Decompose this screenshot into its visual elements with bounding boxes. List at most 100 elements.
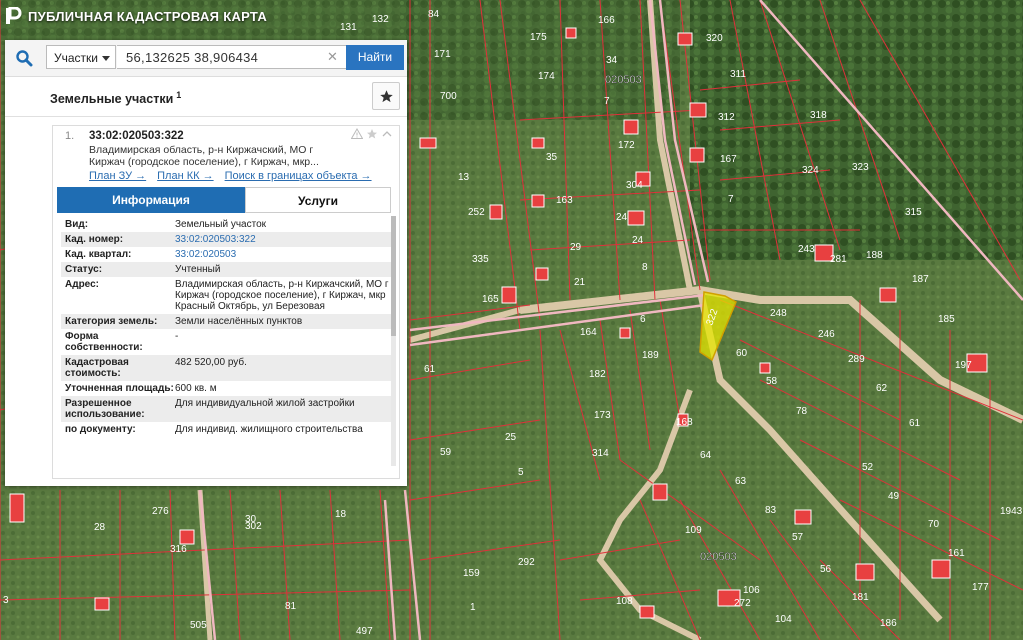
star-icon[interactable] — [366, 128, 378, 140]
parcel-label: 57 — [792, 532, 804, 543]
parcel-label: 243 — [798, 244, 815, 255]
results-count: 1 — [176, 90, 182, 100]
parcel-label: 292 — [518, 557, 535, 568]
search-icon[interactable] — [8, 44, 40, 72]
search-input[interactable] — [117, 45, 347, 69]
search-in-bounds-link[interactable]: Поиск в границах объекта → — [225, 170, 372, 182]
parcel-label: 302 — [245, 521, 262, 532]
parcel-label: 3 — [3, 595, 9, 606]
results-title-text: Земельные участки — [50, 92, 174, 107]
parcel-label: 58 — [766, 376, 778, 387]
parcel-label: 174 — [538, 71, 555, 82]
parcel-label: 320 — [706, 33, 723, 44]
parcel-label: 289 — [848, 354, 865, 365]
info-row: Кад. квартал: 33:02:020503 — [61, 247, 391, 262]
parcel-label: 7 — [604, 96, 610, 107]
parcel-label: 34 — [606, 55, 618, 66]
info-row-value: Земли населённых пунктов — [175, 316, 303, 327]
parcel-label: 248 — [770, 308, 787, 319]
parcel-label: 188 — [866, 250, 883, 261]
parcel-label: 168 — [676, 417, 693, 428]
info-row-value: 600 кв. м — [175, 383, 217, 394]
info-row-value: - — [175, 331, 179, 342]
info-row-key: Уточненная площадь: — [65, 383, 174, 394]
parcel-label: 182 — [589, 369, 606, 380]
result-card[interactable]: 1. 33:02:020503:322 Владимирская область… — [52, 125, 400, 479]
parcel-label: 281 — [830, 254, 847, 265]
parcel-label: 52 — [862, 462, 874, 473]
info-row-key: Категория земель: — [65, 316, 158, 327]
parcel-label: 165 — [482, 294, 499, 305]
clear-icon[interactable]: ✕ — [327, 49, 338, 65]
parcel-label: 13 — [458, 172, 470, 183]
info-row: Адрес: Владимирская область, р-н Киржачск… — [61, 277, 391, 314]
parcel-label: 171 — [434, 49, 451, 60]
parcel-label: 272 — [734, 598, 751, 609]
info-row-key: Вид: — [65, 219, 89, 230]
parcel-label: 59 — [440, 447, 452, 458]
parcel-label: 163 — [556, 195, 573, 206]
parcel-label: 21 — [574, 277, 586, 288]
scrollbar-thumb[interactable] — [391, 216, 396, 336]
parcel-label: 161 — [948, 548, 965, 559]
results-title: Земельные участки 1 — [50, 90, 181, 106]
parcel-label: 323 — [852, 162, 869, 173]
info-row-value[interactable]: 33:02:020503 — [175, 249, 391, 260]
parcel-label: 166 — [598, 15, 615, 26]
warning-icon[interactable] — [351, 128, 363, 140]
info-row-value[interactable]: 33:02:020503:322 — [175, 234, 391, 245]
info-row-key: Разрешенное использование: — [65, 398, 145, 420]
plan-kk-link[interactable]: План КК → — [157, 170, 213, 182]
parcel-label: 56 — [820, 564, 832, 575]
info-row-key: по документу: — [65, 424, 136, 435]
info-row-value: Земельный участок — [175, 219, 267, 230]
quarter-label: 020503 — [605, 74, 642, 86]
parcel-label: 175 — [530, 32, 547, 43]
parcel-label: 159 — [463, 568, 480, 579]
search-type-select[interactable]: Участки — [46, 45, 116, 69]
parcel-label: 78 — [796, 406, 808, 417]
parcel-label: 60 — [736, 348, 748, 359]
parcel-label: 315 — [905, 207, 922, 218]
result-tabs: Информация Услуги — [57, 187, 393, 213]
quarter-label: 020503 — [700, 551, 737, 563]
info-table: Вид: Земельный участок Кад. номер: 33:02:02… — [61, 217, 391, 437]
info-row: Вид: Земельный участок — [61, 217, 391, 232]
parcel-label: 1 — [470, 602, 476, 613]
find-button[interactable]: Найти — [346, 45, 404, 70]
favorite-star-button[interactable] — [372, 82, 400, 110]
tab-information[interactable]: Информация — [57, 187, 245, 213]
parcel-label: 304 — [626, 180, 643, 191]
parcel-label: 311 — [730, 69, 746, 80]
search-bar: Участки ✕ Найти — [5, 40, 407, 77]
result-index: 1. — [65, 130, 75, 142]
info-row: Категория земель: Земли населённых пункто… — [61, 314, 391, 329]
result-address: Владимирская область, р-н Киржачский, МО… — [89, 144, 319, 168]
info-row: Разрешенное использование: Для индивидуал… — [61, 396, 391, 422]
parcel-label: 700 — [440, 91, 457, 102]
parcel-label: 35 — [546, 152, 558, 163]
card-links: План ЗУ → План КК → Поиск в границах объек… — [89, 170, 372, 182]
info-row: Кадастровая стоимость: 482 520,00 руб. — [61, 355, 391, 381]
rosreestr-logo-icon — [4, 7, 22, 25]
parcel-label: 84 — [428, 9, 440, 20]
parcel-label: 106 — [743, 585, 760, 596]
plan-zu-link[interactable]: План ЗУ → — [89, 170, 146, 182]
parcel-label: 18 — [335, 509, 347, 520]
search-results-panel: Участки ✕ Найти Земельные участки1 1. 33… — [5, 40, 407, 486]
parcel-label: 24 — [616, 212, 628, 223]
parcel-label: 83 — [765, 505, 777, 516]
info-row-value: Для индивидуальной жилой застройки — [175, 398, 355, 409]
cadastral-number[interactable]: 33:02:020503:322 — [89, 130, 184, 142]
parcel-label: 109 — [685, 525, 702, 536]
chevron-up-icon[interactable] — [381, 128, 393, 140]
card-scrollbar[interactable] — [391, 216, 396, 466]
info-row: Статус: Учтенный — [61, 262, 391, 277]
parcel-label: 316 — [170, 544, 187, 555]
parcel-label: 164 — [580, 327, 597, 338]
results-header: Земельные участки 1 — [5, 80, 407, 117]
parcel-label: 61 — [424, 364, 436, 375]
tab-services[interactable]: Услуги — [245, 187, 391, 213]
parcel-label: 505 — [190, 620, 207, 631]
info-row: Форма собственности: - — [61, 329, 391, 355]
